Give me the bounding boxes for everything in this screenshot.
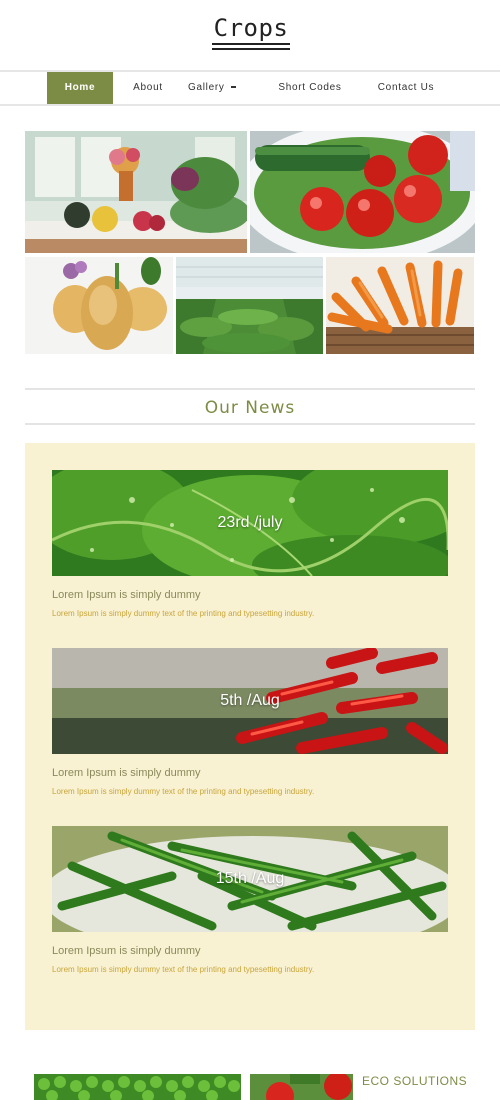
news-date-3: 15th /Aug bbox=[215, 870, 285, 887]
news-title-2[interactable]: Lorem Ipsum is simply dummy bbox=[52, 767, 201, 779]
nav-item-gallery[interactable]: Gallery bbox=[188, 72, 254, 104]
news-section-title: Our News bbox=[204, 398, 296, 418]
news-title-1[interactable]: Lorem Ipsum is simply dummy bbox=[52, 589, 201, 601]
greenhouse-lettuce-photo-icon bbox=[176, 257, 323, 354]
news-rule-top bbox=[25, 388, 475, 390]
green-peas-photo-icon bbox=[34, 1074, 241, 1100]
site-logo[interactable]: Crops bbox=[212, 14, 290, 54]
gallery-image-carrots[interactable] bbox=[326, 257, 474, 354]
bottom-image-peas[interactable] bbox=[34, 1074, 241, 1100]
news-image-1[interactable]: 23rd /july bbox=[52, 470, 448, 576]
bottom-image-tomatoes[interactable] bbox=[250, 1074, 353, 1100]
gallery-image-tomatoes[interactable] bbox=[250, 131, 475, 253]
news-image-3[interactable]: 15th /Aug bbox=[52, 826, 448, 932]
potatoes-photo-icon bbox=[25, 257, 173, 354]
news-desc-3: Lorem Ipsum is simply dummy text of the … bbox=[52, 965, 315, 974]
news-desc-1: Lorem Ipsum is simply dummy text of the … bbox=[52, 609, 315, 618]
news-image-2[interactable]: 5th /Aug bbox=[52, 648, 448, 754]
gallery-image-potatoes[interactable] bbox=[25, 257, 173, 354]
tomatoes-photo-icon bbox=[250, 1074, 353, 1100]
nav-item-about[interactable]: About bbox=[122, 72, 174, 104]
nav-item-home[interactable]: Home bbox=[47, 72, 113, 104]
dropdown-caret-icon bbox=[230, 86, 236, 89]
news-rule-bottom bbox=[25, 423, 475, 425]
carrots-basket-photo-icon bbox=[326, 257, 474, 354]
nav-gallery-label: Gallery bbox=[188, 82, 225, 93]
flowers-vegetables-table-photo-icon bbox=[25, 131, 247, 253]
logo-underline-top bbox=[212, 43, 290, 45]
main-nav: Home About Gallery Short Codes Contact U… bbox=[0, 70, 500, 106]
news-desc-2: Lorem Ipsum is simply dummy text of the … bbox=[52, 787, 315, 796]
gallery-image-flowers-vegetables[interactable] bbox=[25, 131, 247, 253]
logo-underline-bottom bbox=[212, 48, 290, 50]
gallery-image-greenhouse[interactable] bbox=[176, 257, 323, 354]
tomatoes-cucumber-bowl-photo-icon bbox=[250, 131, 475, 253]
logo-text: Crops bbox=[213, 14, 289, 42]
eco-solutions-heading: ECO SOLUTIONS bbox=[362, 1074, 468, 1088]
site-header: Crops bbox=[0, 0, 500, 70]
news-date-2: 5th /Aug bbox=[220, 692, 280, 709]
nav-item-contact[interactable]: Contact Us bbox=[370, 72, 442, 104]
nav-item-short-codes[interactable]: Short Codes bbox=[270, 72, 350, 104]
news-title-3[interactable]: Lorem Ipsum is simply dummy bbox=[52, 945, 201, 957]
news-date-1: 23rd /july bbox=[217, 514, 283, 531]
